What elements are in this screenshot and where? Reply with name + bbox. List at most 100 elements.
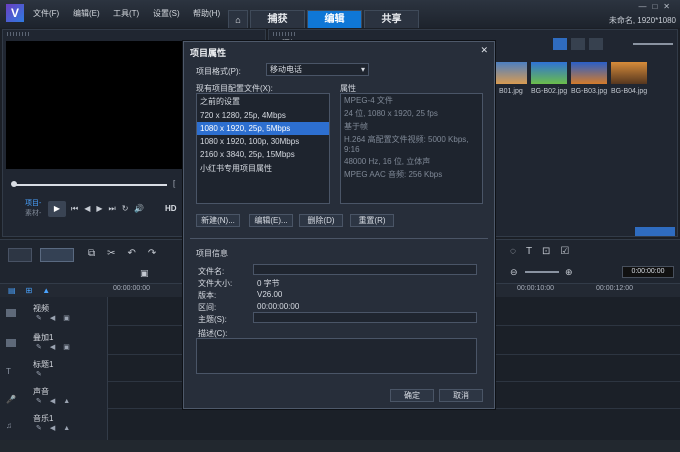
menu-tools[interactable]: 工具(T): [113, 8, 139, 19]
list-item[interactable]: 之前的设置: [197, 94, 329, 109]
list-view-icon[interactable]: [553, 38, 567, 50]
track-manager-icons[interactable]: ▤⊞▲: [8, 286, 60, 295]
project-title: 未命名, 1920*1080: [608, 16, 676, 25]
prop-line: 24 位, 1080 x 1920, 25 fps: [344, 109, 438, 118]
track-label: 叠加1: [33, 333, 54, 342]
tab-edit[interactable]: 编辑: [307, 10, 362, 28]
filename-label: 文件名:: [198, 267, 225, 276]
music-track-icon: ♫: [6, 421, 12, 430]
effect-tools[interactable]: ◌T⊡☑: [510, 246, 579, 257]
thumb-b03[interactable]: [571, 62, 607, 84]
prop-line: 基于帧: [344, 122, 368, 131]
thumb-label: BG-B02.jpg: [531, 88, 568, 95]
reset-button[interactable]: 重置(R): [350, 214, 394, 227]
thumb-b01[interactable]: [491, 62, 527, 84]
menu-help[interactable]: 帮助(H): [193, 8, 220, 19]
track-headers: 视频 ✎◀▣ 叠加1 ✎◀▣ T 标题1 ✎ 🎤 声音 ✎◀▲ ♫ 音乐1 ✎◀…: [0, 297, 108, 440]
thumb-label: BG-B03.jpg: [571, 88, 608, 95]
thumb-label: B01.jpg: [499, 88, 523, 95]
prop-line: MPEG AAC 音频: 256 Kbps: [344, 170, 443, 179]
track-controls[interactable]: ✎: [36, 370, 50, 378]
track-controls[interactable]: ✎◀▲: [36, 424, 78, 432]
thumb-size-slider[interactable]: [633, 43, 673, 45]
play-button[interactable]: ▶: [48, 201, 66, 217]
range-label: 区间:: [198, 303, 217, 312]
zoom-slider[interactable]: [525, 271, 559, 273]
zoom-out-icon[interactable]: ⊖: [510, 267, 518, 278]
delete-button[interactable]: 删除(D): [299, 214, 343, 227]
menu-settings[interactable]: 设置(S): [153, 8, 180, 19]
smart-proxy-icon[interactable]: ▣: [140, 268, 149, 279]
track-label: 视频: [33, 304, 49, 313]
track-label: 标题1: [33, 360, 54, 369]
version-label: 版本:: [198, 291, 217, 300]
edit-tools[interactable]: ⧉✂↶↷: [88, 248, 168, 259]
track-label: 声音: [33, 387, 49, 396]
clip-mode[interactable]: 素材-: [25, 208, 41, 218]
mark-in-bracket[interactable]: [: [173, 179, 175, 188]
menu-file[interactable]: 文件(F): [33, 8, 59, 19]
scrubber-track[interactable]: [15, 184, 167, 186]
thumb-b04[interactable]: [611, 62, 647, 84]
list-item[interactable]: 1080 x 1920, 100p, 30Mbps: [197, 135, 329, 148]
close-icon[interactable]: ✕: [480, 45, 488, 56]
timeline-view-icon[interactable]: [40, 248, 74, 262]
window-controls[interactable]: —□✕: [638, 2, 676, 11]
panel-grip: [7, 32, 31, 36]
profiles-list[interactable]: 之前的设置 720 x 1280, 25p, 4Mbps 1080 x 1920…: [196, 93, 330, 204]
play-icon: ▶: [53, 204, 61, 213]
project-properties-dialog: 项目属性 ✕ 项目格式(P): 移动电话 ▾ 现有项目配置文件(X): 之前的设…: [183, 41, 495, 409]
ruler-label: 00:00:00:00: [113, 285, 150, 292]
app-logo: V: [6, 4, 24, 22]
track-label: 音乐1: [33, 414, 54, 423]
menu-edit[interactable]: 编辑(E): [73, 8, 100, 19]
version-value: V26.00: [257, 290, 283, 299]
storyboard-view-icon[interactable]: [8, 248, 32, 262]
grid-view-icon[interactable]: [589, 38, 603, 50]
scrollbar[interactable]: [0, 440, 680, 452]
edit-button[interactable]: 编辑(E)...: [249, 214, 293, 227]
app-window: { "app":{"title":"未命名, 1920*1080","color…: [0, 0, 680, 452]
description-field[interactable]: [196, 338, 477, 374]
new-button[interactable]: 新建(N)...: [196, 214, 240, 227]
format-select[interactable]: 移动电话 ▾: [266, 63, 369, 76]
thumb-b02[interactable]: [531, 62, 567, 84]
dialog-title: 项目属性: [190, 48, 227, 58]
subject-label: 主题(S):: [198, 315, 227, 324]
subject-field[interactable]: [253, 312, 477, 323]
project-mode[interactable]: 项目-: [25, 198, 41, 208]
video-track-icon: [6, 309, 16, 317]
format-value: 移动电话: [270, 65, 302, 74]
list-item[interactable]: 720 x 1280, 25p, 4Mbps: [197, 109, 329, 122]
transport-controls[interactable]: ⏮◀▶⏭↻🔊: [71, 204, 150, 214]
list-item[interactable]: 小红书专用项目属性: [197, 161, 329, 176]
zoom-in-icon[interactable]: ⊕: [565, 267, 573, 278]
project-duration: 0:00:00:00: [622, 266, 674, 278]
prop-line: MPEG-4 文件: [344, 96, 393, 105]
library-options[interactable]: [635, 227, 675, 236]
tab-home[interactable]: ⌂: [228, 10, 248, 28]
track-controls[interactable]: ✎◀▣: [36, 343, 78, 351]
panel-grip: [273, 32, 297, 36]
tab-share[interactable]: 共享: [364, 10, 419, 28]
format-label: 项目格式(P):: [196, 67, 241, 76]
hd-toggle[interactable]: HD: [165, 204, 177, 213]
title-track-icon: T: [6, 367, 11, 376]
divider: [190, 238, 488, 239]
track-controls[interactable]: ✎◀▲: [36, 397, 78, 405]
props-box: MPEG-4 文件 24 位, 1080 x 1920, 25 fps 基于帧 …: [340, 93, 483, 204]
chevron-down-icon: ▾: [360, 65, 365, 74]
list-item-selected[interactable]: 1080 x 1920, 25p, 5Mbps: [197, 122, 329, 135]
details-view-icon[interactable]: [571, 38, 585, 50]
prop-line: H.264 高配置文件视频: 5000 Kbps, 9:16: [344, 135, 469, 154]
track-controls[interactable]: ✎◀▣: [36, 314, 78, 322]
range-value: 00:00:00:00: [257, 302, 300, 311]
cancel-button[interactable]: 取消: [439, 389, 483, 402]
tab-capture[interactable]: 捕获: [250, 10, 305, 28]
filesize-label: 文件大小:: [198, 279, 233, 288]
list-item[interactable]: 2160 x 3840, 25p, 15Mbps: [197, 148, 329, 161]
home-icon: ⌂: [235, 15, 241, 25]
menu-bar: V 文件(F) 编辑(E) 工具(T) 设置(S) 帮助(H) ⌂ 捕获 编辑 …: [0, 0, 680, 28]
ok-button[interactable]: 确定: [390, 389, 434, 402]
filename-field[interactable]: [253, 264, 477, 275]
